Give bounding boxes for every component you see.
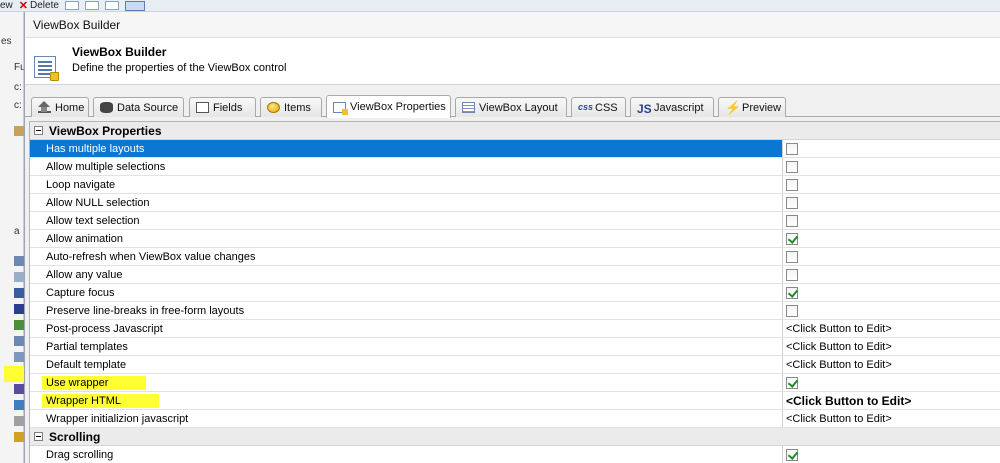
tree-icon <box>14 272 24 282</box>
property-row-allow-animation[interactable]: Allow animation <box>30 230 1000 248</box>
checkbox-checked[interactable] <box>786 448 798 461</box>
viewbox-properties-icon <box>333 101 348 115</box>
tree-icon <box>14 256 24 266</box>
checkbox[interactable] <box>786 214 798 227</box>
checkbox[interactable] <box>786 268 798 281</box>
tab-bar: Home Data Source Fields Items ViewBox Pr… <box>25 95 1000 118</box>
dialog-header: ViewBox Builder Define the properties of… <box>25 38 1000 85</box>
property-row-auto-refresh[interactable]: Auto-refresh when ViewBox value changes <box>30 248 1000 266</box>
property-row-allow-any-value[interactable]: Allow any value <box>30 266 1000 284</box>
tree-icon <box>14 288 24 298</box>
tree-icon <box>14 416 24 426</box>
css-icon: css <box>578 102 594 112</box>
viewbox-properties-icon <box>34 56 59 81</box>
edit-value[interactable]: <Click Button to Edit> <box>783 410 1000 427</box>
edit-value[interactable]: <Click Button to Edit> <box>783 392 1000 409</box>
collapse-icon[interactable] <box>34 126 43 135</box>
tree-icon <box>14 352 24 362</box>
tab-viewbox-properties[interactable]: ViewBox Properties <box>326 95 451 118</box>
checkbox[interactable] <box>786 304 798 317</box>
property-row-allow-multiple-selections[interactable]: Allow multiple selections <box>30 158 1000 176</box>
tree-icon <box>14 400 24 410</box>
tab-viewbox-layout[interactable]: ViewBox Layout <box>455 97 567 117</box>
database-icon <box>100 102 113 113</box>
items-icon <box>267 102 280 113</box>
checkbox[interactable] <box>786 250 798 263</box>
viewbox-builder-dialog: ViewBox Builder ViewBox Builder Define t… <box>24 12 1000 463</box>
lightning-icon: ⚡ <box>725 100 742 115</box>
toolbar-small-icon[interactable] <box>84 1 99 10</box>
category-scrolling[interactable]: Scrolling <box>30 428 1000 446</box>
checkbox-checked[interactable] <box>786 376 798 389</box>
layout-icon <box>462 102 475 113</box>
checkbox[interactable] <box>786 160 798 173</box>
toolbar-small-icon[interactable] <box>64 1 79 10</box>
tree-icon <box>14 384 24 394</box>
view-menu-fragment[interactable]: ew <box>0 0 13 11</box>
header-subtitle: Define the properties of the ViewBox con… <box>72 62 287 74</box>
header-title: ViewBox Builder <box>72 45 167 59</box>
property-row-wrapper-html[interactable]: Wrapper HTML <Click Button to Edit> <box>30 392 1000 410</box>
property-row-wrapper-init-javascript[interactable]: Wrapper initializion javascript <Click B… <box>30 410 1000 428</box>
tab-css[interactable]: css CSS <box>571 97 626 117</box>
background-toolbar: ew ✕ Delete <box>0 0 1000 12</box>
delete-button[interactable]: ✕ Delete <box>19 0 59 12</box>
javascript-icon: JS <box>637 102 652 116</box>
checkbox[interactable] <box>786 178 798 191</box>
edit-value[interactable]: <Click Button to Edit> <box>783 320 1000 337</box>
edit-value[interactable]: <Click Button to Edit> <box>783 356 1000 373</box>
fields-icon <box>196 102 209 113</box>
delete-x-icon: ✕ <box>18 0 29 12</box>
tab-data-source[interactable]: Data Source <box>93 97 184 117</box>
property-row-allow-null-selection[interactable]: Allow NULL selection <box>30 194 1000 212</box>
background-text: c: <box>14 82 22 93</box>
property-row-drag-scrolling[interactable]: Drag scrolling <box>30 446 1000 463</box>
tree-icon <box>14 126 24 136</box>
checkbox[interactable] <box>786 142 798 155</box>
dialog-title: ViewBox Builder <box>25 12 1000 38</box>
background-left-panel <box>0 12 24 463</box>
tree-icon <box>14 432 24 442</box>
home-icon <box>38 101 51 113</box>
checkbox[interactable] <box>786 196 798 209</box>
property-row-has-multiple-layouts[interactable]: Has multiple layouts <box>30 140 1000 158</box>
tab-items[interactable]: Items <box>260 97 322 117</box>
highlighter-mark <box>4 366 24 382</box>
background-text: a <box>14 226 20 237</box>
checkbox-checked[interactable] <box>786 232 798 245</box>
property-row-preserve-line-breaks[interactable]: Preserve line-breaks in free-form layout… <box>30 302 1000 320</box>
property-row-allow-text-selection[interactable]: Allow text selection <box>30 212 1000 230</box>
property-row-partial-templates[interactable]: Partial templates <Click Button to Edit> <box>30 338 1000 356</box>
tree-icon <box>14 320 24 330</box>
property-row-default-template[interactable]: Default template <Click Button to Edit> <box>30 356 1000 374</box>
tab-javascript[interactable]: JS Javascript <box>630 97 714 117</box>
toolbar-small-icon[interactable] <box>104 1 119 10</box>
property-row-loop-navigate[interactable]: Loop navigate <box>30 176 1000 194</box>
category-viewbox-properties[interactable]: ViewBox Properties <box>30 122 1000 140</box>
property-row-use-wrapper[interactable]: Use wrapper <box>30 374 1000 392</box>
checkbox-checked[interactable] <box>786 286 798 299</box>
collapse-icon[interactable] <box>34 432 43 441</box>
tab-fields[interactable]: Fields <box>189 97 256 117</box>
edit-value[interactable]: <Click Button to Edit> <box>783 338 1000 355</box>
toolbar-grid-icon[interactable] <box>124 0 145 11</box>
background-text: es <box>1 36 12 47</box>
property-row-post-process-javascript[interactable]: Post-process Javascript <Click Button to… <box>30 320 1000 338</box>
background-text: c: <box>14 100 22 111</box>
property-grid: ViewBox Properties Has multiple layouts … <box>29 121 1000 463</box>
tree-icon <box>14 304 24 314</box>
tree-icon <box>14 336 24 346</box>
property-row-capture-focus[interactable]: Capture focus <box>30 284 1000 302</box>
tab-preview[interactable]: ⚡ Preview <box>718 97 786 117</box>
tab-home[interactable]: Home <box>31 97 89 117</box>
